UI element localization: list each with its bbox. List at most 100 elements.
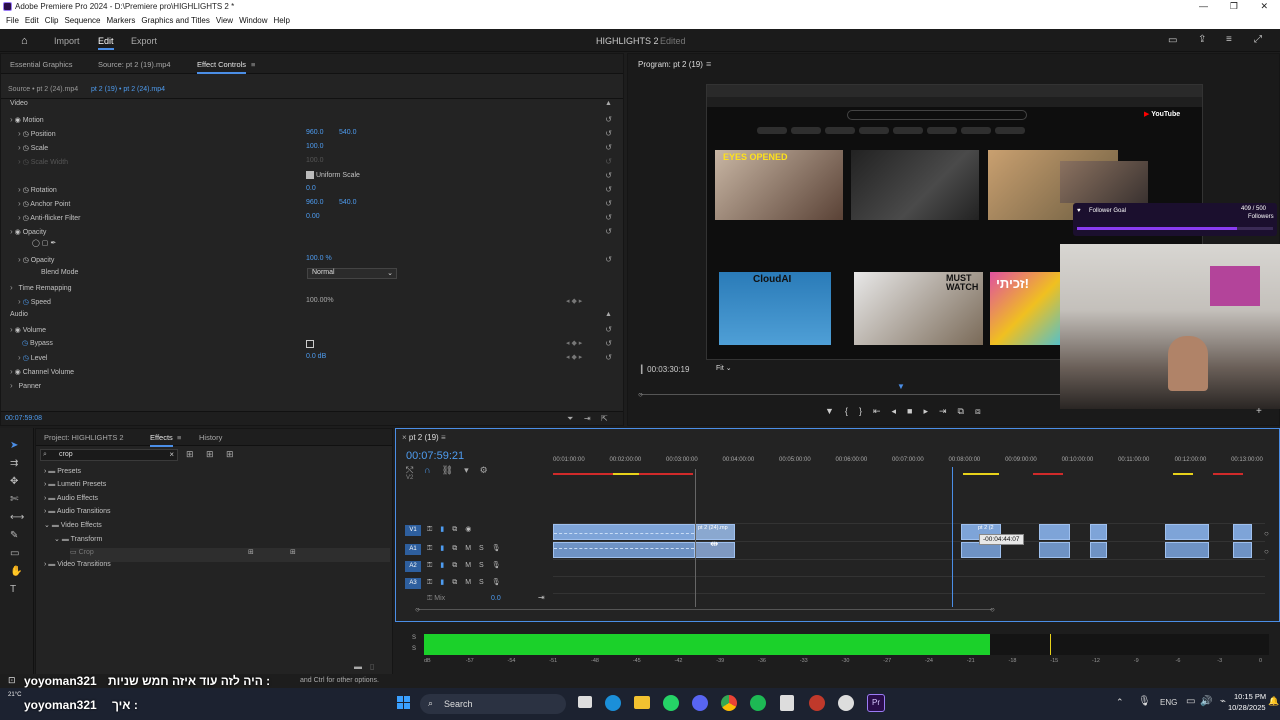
timeline-timecode[interactable]: 00:07:59:21 <box>406 450 464 462</box>
stopwatch-icon[interactable]: ◷ <box>23 187 29 194</box>
audio-clip-4[interactable] <box>1090 542 1107 558</box>
channel-volume-row[interactable]: › ◉ Channel Volume <box>10 367 620 381</box>
lift-icon[interactable]: ⧉ <box>958 406 975 416</box>
clip-label[interactable]: pt 2 (19) • pt 2 (24).mp4 <box>91 86 165 93</box>
mix-value[interactable]: 0.0 <box>491 595 501 602</box>
keyframe-nav-icon[interactable]: ◂ ◆ ▸ <box>566 353 582 361</box>
tab-project[interactable]: Project: HIGHLIGHTS 2 <box>44 433 124 442</box>
position-x[interactable]: 960.0 <box>306 129 324 136</box>
track-v1-label[interactable]: V1 <box>405 525 421 536</box>
tree-video-transitions[interactable]: › ▬ Video Transitions <box>44 561 111 575</box>
type-tool-icon[interactable]: T <box>10 584 16 595</box>
fullscreen-icon[interactable]: ⤢ <box>1254 34 1262 45</box>
menu-help[interactable]: Help <box>274 16 290 25</box>
level-value[interactable]: 0.0 dB <box>306 353 326 360</box>
tree-lumetri[interactable]: › ▬ Lumetri Presets <box>44 481 106 495</box>
lock-icon[interactable]: ⚿ <box>427 526 440 533</box>
track-select-icon[interactable]: ⇉ <box>10 458 18 469</box>
premiere-taskbar-icon[interactable]: Pr <box>867 694 885 712</box>
menu-graphics[interactable]: Graphics and Titles <box>141 16 209 25</box>
step-back-icon[interactable]: ◂ <box>892 406 908 416</box>
tree-crop[interactable]: ▭ Crop ⊞ ⊞ <box>70 548 390 562</box>
audio-clip-5[interactable] <box>1165 542 1209 558</box>
keyframe-nav-icon[interactable]: ◂ ◆ ▸ <box>566 297 582 305</box>
weather-label[interactable]: 21°C <box>8 692 21 698</box>
reset-icon[interactable]: ↺ <box>605 213 612 222</box>
tab-edit[interactable]: Edit <box>98 36 114 50</box>
rectangle-tool-icon[interactable]: ▭ <box>10 548 19 559</box>
panel-menu-icon[interactable]: ≡ <box>251 60 255 69</box>
taskbar-search[interactable]: ⌕ Search <box>420 694 566 714</box>
tree-video-effects[interactable]: ⌄ ▬ Video Effects <box>44 521 102 535</box>
track-a1-label[interactable]: A1 <box>405 544 421 555</box>
new-bin-icon[interactable]: ▬ <box>354 662 362 671</box>
clear-search-icon[interactable]: × <box>169 450 174 459</box>
lock-icon[interactable]: ⚿ <box>427 545 440 552</box>
reset-icon[interactable]: ↺ <box>605 255 612 264</box>
clock-date[interactable]: 10/28/2025 <box>1228 703 1266 712</box>
mic-icon[interactable]: 🎙 <box>492 579 509 586</box>
program-menu-icon[interactable]: ≡ <box>706 59 711 69</box>
mark-in-icon[interactable]: { <box>845 406 859 416</box>
volume-row[interactable]: › ◉ Volume ↺ <box>10 325 620 339</box>
home-icon[interactable]: ⌂ <box>21 35 28 47</box>
audio-clip-3[interactable] <box>1039 542 1070 558</box>
reset-icon[interactable]: ↺ <box>605 227 612 236</box>
scale-value[interactable]: 100.0 <box>306 143 324 150</box>
whatsapp-icon[interactable] <box>663 695 679 711</box>
stopwatch-icon[interactable]: ◷ <box>22 340 28 347</box>
effects-menu-icon[interactable]: ≡ <box>177 433 181 442</box>
uniform-scale-checkbox[interactable] <box>306 171 314 179</box>
solo-icon[interactable]: S <box>479 579 492 586</box>
opacity-value[interactable]: 100.0 % <box>306 255 332 262</box>
scrubber-start-icon[interactable]: ○ <box>638 390 643 399</box>
timeline-playhead[interactable] <box>951 467 953 607</box>
extract-icon[interactable]: ⧈ <box>975 406 992 416</box>
mix-end-icon[interactable]: ⇥ <box>538 593 545 602</box>
tab-essential-graphics[interactable]: Essential Graphics <box>10 60 73 69</box>
edge-icon[interactable] <box>605 695 621 711</box>
timeline-ruler[interactable]: 00:01:00:00 00:02:00:00 00:03:00:00 00:04:0… <box>553 457 1265 469</box>
scroll-left-handle-icon[interactable]: ○ <box>415 605 420 614</box>
mute-icon[interactable]: M <box>465 579 479 586</box>
tree-presets[interactable]: › ▬ Presets <box>44 468 81 482</box>
stopwatch-icon[interactable]: ◷ <box>23 215 29 222</box>
panner-row[interactable]: › Panner <box>10 381 620 395</box>
video-clip-4[interactable] <box>1090 524 1107 540</box>
minimize-button[interactable]: — <box>1199 1 1208 11</box>
lock-icon[interactable]: ⚿ <box>427 562 440 569</box>
target-icon[interactable]: ▮ <box>440 579 452 586</box>
razor-icon[interactable]: ✄ <box>10 494 18 505</box>
video-clip-selected[interactable]: pt 2 (24).mp <box>695 524 735 540</box>
program-scrubber[interactable] <box>640 394 1060 395</box>
sync-icon[interactable]: ⧉ <box>452 526 465 533</box>
motion-row[interactable]: › ◉ Motion ↺ <box>10 115 620 129</box>
32bit-icon[interactable]: ⊞ <box>206 449 214 460</box>
menu-window[interactable]: Window <box>239 16 267 25</box>
tab-effect-controls[interactable]: Effect Controls <box>197 60 247 74</box>
reset-icon[interactable]: ↺ <box>605 199 612 208</box>
timeline-scrollbar[interactable] <box>417 609 993 610</box>
file-explorer-icon[interactable] <box>634 696 650 709</box>
maximize-button[interactable]: ❐ <box>1230 1 1238 12</box>
close-button[interactable]: ✕ <box>1260 1 1268 12</box>
yuv-icon[interactable]: ⊞ <box>226 449 234 460</box>
effect-timecode[interactable]: 00:07:59:08 <box>5 415 42 422</box>
anchor-x[interactable]: 960.0 <box>306 199 324 206</box>
rotation-value[interactable]: 0.0 <box>306 185 316 192</box>
reset-icon[interactable]: ↺ <box>605 185 612 194</box>
stopwatch-icon[interactable]: ◷ <box>23 145 29 152</box>
fit-select[interactable]: Fit ⌄ <box>712 364 756 375</box>
filter-icon[interactable]: ⏷ <box>567 414 573 424</box>
mute-icon[interactable]: M <box>465 562 479 569</box>
target-icon[interactable]: ▮ <box>440 526 452 533</box>
hand-tool-icon[interactable]: ✋ <box>10 566 22 577</box>
marker-icon[interactable]: ▾ <box>464 465 480 475</box>
menu-view[interactable]: View <box>216 16 233 25</box>
volume-icon[interactable]: 🔊 <box>1200 696 1212 707</box>
network-icon[interactable]: ▭ <box>1186 696 1195 707</box>
eye-toggle-icon[interactable]: ◉ <box>465 526 479 533</box>
target-icon[interactable]: ▮ <box>440 545 452 552</box>
snap-icon[interactable]: ∩ <box>424 465 441 475</box>
stop-icon[interactable]: ■ <box>907 406 923 416</box>
